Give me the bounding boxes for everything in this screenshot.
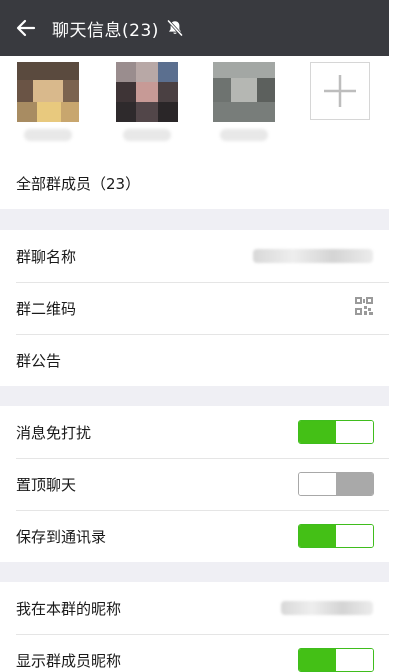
arrow-left-icon bbox=[16, 19, 36, 37]
pin-chat-toggle[interactable] bbox=[298, 472, 374, 496]
group-name-label: 群聊名称 bbox=[16, 247, 77, 266]
group-qrcode-row[interactable]: 群二维码 bbox=[0, 282, 389, 334]
page-title: 聊天信息(23) bbox=[52, 20, 159, 41]
show-nicknames-row: 显示群成员昵称 bbox=[0, 634, 389, 672]
group-notice-row[interactable]: 群公告 bbox=[0, 334, 389, 386]
save-to-contacts-row: 保存到通讯录 bbox=[0, 510, 389, 562]
qr-code-icon bbox=[355, 297, 373, 319]
bell-muted-icon bbox=[165, 18, 185, 38]
back-button[interactable] bbox=[0, 0, 52, 56]
all-members-label: 全部群成员（23） bbox=[16, 174, 141, 193]
my-nickname-value-blurred bbox=[281, 601, 373, 615]
chat-info-screen: 聊天信息(23) 全部群成员（23） 群聊名称 群二维码 群公告 消息免打扰 置… bbox=[0, 0, 390, 672]
plus-icon bbox=[324, 75, 356, 107]
pin-chat-row: 置顶聊天 bbox=[0, 458, 389, 510]
member-grid bbox=[0, 56, 389, 157]
group-notice-label: 群公告 bbox=[16, 351, 62, 370]
title-area: 聊天信息(23) bbox=[52, 16, 185, 41]
profile-section: 我在本群的昵称 显示群成员昵称 bbox=[0, 582, 389, 672]
member-avatar-1[interactable] bbox=[17, 62, 79, 148]
mute-notifications-row: 消息免打扰 bbox=[0, 406, 389, 458]
chat-settings-section: 消息免打扰 置顶聊天 保存到通讯录 bbox=[0, 406, 389, 562]
group-qrcode-label: 群二维码 bbox=[16, 299, 77, 318]
all-members-row[interactable]: 全部群成员（23） bbox=[0, 157, 389, 209]
screen-edge bbox=[389, 0, 400, 672]
show-nicknames-label: 显示群成员昵称 bbox=[16, 651, 122, 670]
avatar bbox=[213, 62, 275, 122]
member-avatar-3[interactable] bbox=[213, 62, 275, 148]
top-bar: 聊天信息(23) bbox=[0, 0, 389, 56]
group-name-value-blurred bbox=[253, 249, 373, 263]
all-members-group: 全部群成员（23） bbox=[0, 157, 389, 209]
group-info-section: 群聊名称 群二维码 群公告 bbox=[0, 230, 389, 386]
mute-notifications-label: 消息免打扰 bbox=[16, 423, 92, 442]
add-member-button[interactable] bbox=[310, 62, 370, 120]
avatar bbox=[116, 62, 178, 122]
group-name-row[interactable]: 群聊名称 bbox=[0, 230, 389, 282]
my-nickname-label: 我在本群的昵称 bbox=[16, 599, 122, 618]
pin-chat-label: 置顶聊天 bbox=[16, 475, 77, 494]
my-nickname-row[interactable]: 我在本群的昵称 bbox=[0, 582, 389, 634]
avatar bbox=[17, 62, 79, 122]
save-to-contacts-toggle[interactable] bbox=[298, 524, 374, 548]
show-nicknames-toggle[interactable] bbox=[298, 648, 374, 672]
mute-notifications-toggle[interactable] bbox=[298, 420, 374, 444]
save-to-contacts-label: 保存到通讯录 bbox=[16, 527, 107, 546]
member-avatar-2[interactable] bbox=[116, 62, 178, 148]
